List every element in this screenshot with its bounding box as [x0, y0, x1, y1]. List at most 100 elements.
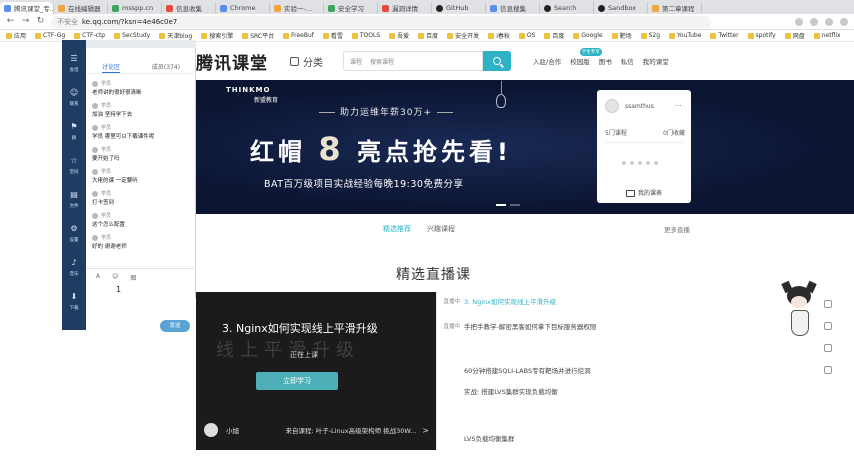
avatar[interactable] — [92, 234, 98, 241]
browser-tab[interactable]: Chrome — [216, 2, 270, 14]
extension-icon[interactable] — [795, 17, 803, 26]
bookmark-item[interactable]: 靶场 — [611, 31, 632, 40]
bookmark-item[interactable]: SecStudy — [114, 32, 150, 39]
image-icon[interactable]: 图 — [130, 273, 136, 282]
header-link-join[interactable]: 入驻/合作 — [533, 56, 561, 66]
stat-courses[interactable]: 5门课程 — [605, 128, 627, 137]
bookmark-item[interactable]: 网盘 — [784, 31, 805, 40]
bookmark-item[interactable]: Google — [573, 32, 603, 39]
chat-input-text[interactable]: 1 — [116, 285, 121, 294]
list-item[interactable]: LVS负载均衡集群 — [438, 431, 648, 445]
bookmark-item[interactable]: 百度 — [544, 31, 564, 40]
profile-icon[interactable] — [840, 17, 848, 26]
my-course-link[interactable]: 我的课表 — [597, 188, 691, 197]
search-type[interactable]: 课程 — [350, 57, 362, 66]
bookmark-item[interactable]: Twitter — [710, 32, 739, 39]
browser-tab[interactable]: 安全学习 — [324, 2, 378, 14]
rail-icon[interactable]: ⚙ — [66, 220, 82, 236]
extension-icon[interactable] — [825, 17, 833, 26]
live-video-card[interactable]: 3. Nginx如何实现线上平滑升级 线上平滑升级 正在上课 立即学习 小旭 来… — [196, 292, 437, 450]
avatar[interactable] — [92, 168, 98, 175]
bookmark-item[interactable]: 应用 — [6, 31, 26, 40]
bookmark-item[interactable]: CTF-ctp — [74, 32, 105, 39]
rail-icon[interactable]: ♪ — [66, 254, 82, 270]
tab-discussion[interactable]: 讨论区 — [101, 62, 120, 73]
emoji-icon[interactable]: ☺ — [112, 273, 118, 282]
list-item[interactable]: 实战: 搭建LVS集群实现负载均衡 — [438, 384, 648, 398]
bookmark-item[interactable]: S2g — [640, 32, 660, 39]
bookmark-item[interactable]: YouTube — [669, 32, 701, 39]
browser-tab[interactable]: msspp.cn — [108, 2, 162, 14]
source-course[interactable]: 来自课程: 叶子-Linux高级架构师 挑战30W... — [285, 425, 416, 435]
back-icon[interactable]: ← — [6, 17, 15, 26]
browser-tab[interactable]: 第二章课程 — [648, 2, 702, 14]
bookmark-item[interactable]: 看雪 — [322, 31, 343, 40]
promo-banner[interactable]: THINKMO 新盟教育 助力运维年薪30万+ 红帽 8 亮点抢先看! BAT百… — [168, 80, 854, 214]
tab-members[interactable]: 成员(374) — [152, 62, 180, 73]
rail-icon[interactable]: ⚑ — [66, 118, 82, 134]
browser-tab[interactable]: Sandbox — [594, 2, 648, 14]
side-tool-icon[interactable] — [824, 344, 832, 352]
avatar[interactable] — [605, 99, 619, 113]
banner-dot[interactable] — [510, 204, 520, 206]
bookmark-item[interactable]: TOOLS — [351, 32, 380, 39]
list-item[interactable] — [438, 342, 648, 356]
header-link-messages[interactable]: 私信 — [621, 56, 634, 66]
side-tool-icon[interactable] — [824, 300, 832, 308]
bookmark-item[interactable]: OS — [518, 32, 535, 39]
rail-icon[interactable]: ☰ — [66, 50, 82, 66]
bookmark-item[interactable]: spotify — [747, 32, 776, 39]
bookmark-item[interactable]: netflix — [813, 32, 841, 39]
forward-icon[interactable]: → — [21, 17, 30, 26]
more-live-link[interactable]: 更多直播 — [664, 224, 690, 234]
bookmark-item[interactable]: 搜索引擎 — [201, 31, 233, 40]
site-logo[interactable]: 腾讯课堂 — [196, 49, 268, 74]
side-tool-icon[interactable] — [824, 322, 832, 330]
browser-tab[interactable]: 信息收集 — [162, 2, 216, 14]
list-item[interactable]: 60分钟搭建SQLI-LABS专有靶场并进行挖洞 — [438, 363, 648, 377]
banner-dot[interactable] — [496, 204, 506, 206]
bookmark-item[interactable]: 天津blog — [159, 31, 192, 40]
bookmark-item[interactable]: 安全开发 — [447, 31, 479, 40]
header-link-my-class[interactable]: 我的课堂 — [643, 56, 669, 66]
list-item[interactable] — [438, 408, 648, 422]
enter-class-button[interactable]: 立即学习 — [256, 372, 338, 390]
font-icon[interactable]: A — [96, 273, 100, 282]
avatar[interactable] — [92, 146, 98, 153]
rail-icon[interactable]: ▤ — [66, 186, 82, 202]
rail-icon[interactable]: ☆ — [66, 152, 82, 168]
mascot-image[interactable] — [777, 280, 821, 340]
tab-recommended[interactable]: 精选推荐 — [383, 224, 411, 234]
bookmark-item[interactable]: SRC平台 — [242, 31, 274, 40]
list-item[interactable]: 直播中 3. Nginx如何实现线上平滑升级 — [438, 294, 648, 308]
browser-tab[interactable]: 腾讯课堂_专... — [0, 2, 54, 14]
bookmark-item[interactable]: 吾爱 — [389, 31, 409, 40]
bookmark-item[interactable]: i春秋 — [488, 31, 510, 40]
browser-tab[interactable]: Search — [540, 2, 594, 14]
send-button[interactable]: 发送 — [160, 320, 190, 332]
bookmark-item[interactable]: 百度 — [418, 31, 438, 40]
category-menu[interactable]: 分类 — [290, 54, 323, 69]
browser-tab[interactable]: 在线编辑器 — [54, 2, 108, 14]
avatar[interactable] — [92, 102, 98, 109]
chat-titlebar[interactable] — [86, 40, 196, 48]
pager-dot[interactable] — [654, 161, 658, 165]
chat-input-area[interactable]: A ☺ 图 1 — [86, 268, 196, 298]
header-link-campus[interactable]: 校园版 学生专享 — [570, 48, 602, 66]
list-item[interactable]: 直播中 手把手教学-解密黑客如何拿下目标服务器权限 — [438, 319, 648, 333]
more-icon[interactable]: ··· — [675, 102, 682, 110]
search-button[interactable] — [483, 51, 511, 71]
avatar[interactable] — [92, 190, 98, 197]
bookmark-item[interactable]: FreeBuf — [283, 32, 314, 39]
avatar[interactable] — [92, 124, 98, 131]
browser-tab[interactable]: 实验一-... — [270, 2, 324, 14]
extension-icon[interactable] — [810, 17, 818, 26]
pager-dot[interactable] — [646, 161, 650, 165]
url-field[interactable]: 不安全 ke.qq.com/?ksn=4e46c0e7 — [51, 15, 711, 28]
header-link-books[interactable]: 图书 — [599, 56, 612, 66]
user-name[interactable]: ssamthus — [625, 103, 654, 110]
browser-tab[interactable]: 漏洞详情 — [378, 2, 432, 14]
pager-dot[interactable] — [630, 161, 634, 165]
avatar[interactable] — [92, 212, 98, 219]
rail-icon[interactable]: ☺ — [66, 84, 82, 100]
